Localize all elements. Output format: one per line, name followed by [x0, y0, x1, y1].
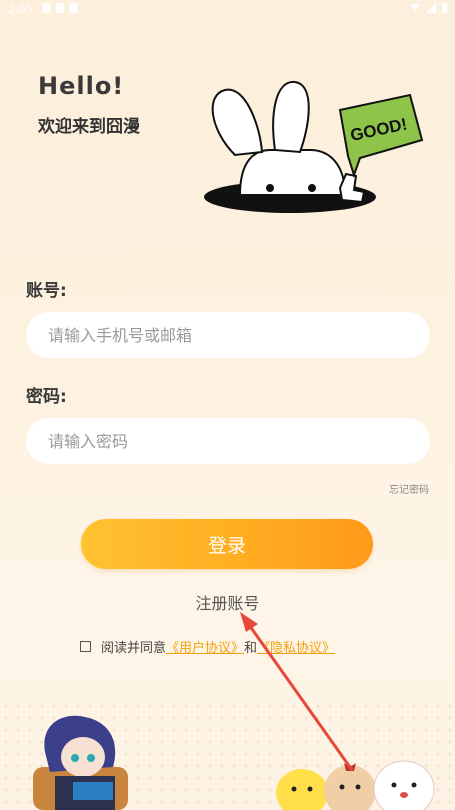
- hello-title: Hello!: [38, 72, 125, 100]
- chick-mascots-illustration: [276, 760, 435, 810]
- signal-icon: [426, 3, 436, 13]
- agreement-checkbox[interactable]: [80, 641, 91, 652]
- download-icon: [42, 3, 50, 13]
- user-agreement-link[interactable]: 《用户协议》: [166, 637, 244, 656]
- status-time: 2:05: [8, 3, 33, 16]
- reading-character-illustration: [33, 715, 128, 810]
- agreement-row: 阅读并同意 《用户协议》 和 《隐私协议》: [80, 637, 335, 656]
- agreement-and: 和: [244, 641, 258, 656]
- rabbit-mascot-illustration: GOOD!: [204, 80, 424, 213]
- welcome-subtitle: 欢迎来到囧漫: [38, 117, 140, 137]
- password-label: 密码:: [26, 387, 67, 407]
- login-button[interactable]: 登录: [81, 519, 373, 569]
- app-notification-icon: [70, 3, 78, 13]
- account-label: 账号:: [26, 281, 67, 301]
- account-input[interactable]: [26, 312, 430, 358]
- privacy-policy-link[interactable]: 《隐私协议》: [257, 637, 335, 656]
- status-bar: 2:05: [0, 0, 455, 20]
- forgot-password-link[interactable]: 忘记密码: [389, 481, 429, 496]
- agreement-prefix: 阅读并同意: [101, 641, 167, 656]
- wifi-icon: [410, 4, 420, 12]
- battery-icon: [442, 3, 447, 13]
- register-link[interactable]: 注册账号: [0, 590, 455, 614]
- download-icon: [56, 3, 64, 13]
- notification-icons: [42, 3, 78, 13]
- system-icons: [410, 3, 447, 13]
- password-input[interactable]: [26, 418, 430, 464]
